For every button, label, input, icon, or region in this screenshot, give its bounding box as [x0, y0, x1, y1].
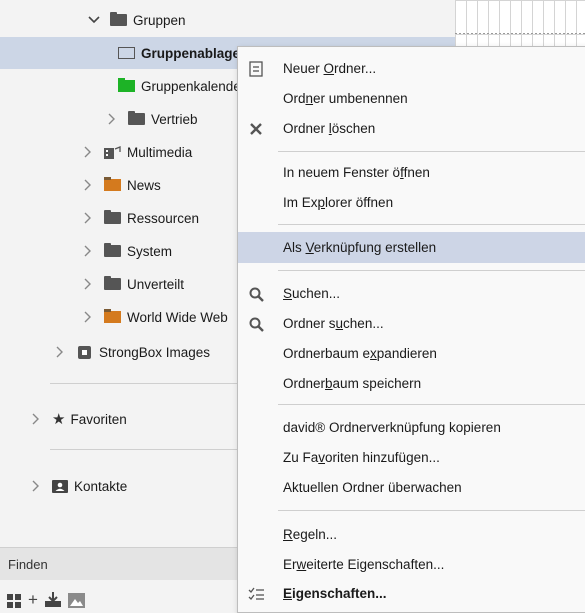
grid-icon[interactable] [6, 592, 22, 608]
menu-separator [278, 151, 585, 152]
tree-item-label: World Wide Web [127, 309, 228, 325]
menu-item-label: Im Explorer öffnen [283, 195, 394, 210]
menu-item-label: Erweiterte Eigenschaften... [283, 557, 445, 572]
menu-item-erweiterte-eigenschaften[interactable]: Erweiterte Eigenschaften... [238, 550, 585, 579]
tree-item-gruppen[interactable]: Gruppen [0, 4, 455, 36]
new-folder-icon [246, 59, 266, 79]
menu-item-ordner-loeschen[interactable]: Ordner löschen [238, 114, 585, 143]
menu-item-label: Ordner umbenennen [283, 91, 408, 106]
image-icon[interactable] [67, 592, 85, 608]
delete-x-icon [246, 119, 266, 139]
tree-item-label: Kontakte [74, 478, 128, 494]
menu-item-label: Ordnerbaum expandieren [283, 346, 437, 361]
menu-separator [278, 510, 585, 511]
menu-item-label: Ordner suchen... [283, 316, 384, 331]
menu-item-ordnerbaum-expandieren[interactable]: Ordnerbaum expandieren [238, 339, 585, 368]
tree-item-label: Ressourcen [127, 210, 200, 226]
tree-item-label: Gruppenablage [141, 45, 241, 61]
menu-item-eigenschaften[interactable]: Eigenschaften... [238, 579, 585, 608]
menu-separator [278, 224, 585, 225]
chevron-right-icon[interactable] [28, 480, 44, 492]
checklist-icon [246, 584, 266, 604]
web-folder-icon [104, 309, 121, 323]
menu-item-verknuepfung-kopieren[interactable]: david® Ordnerverknüpfung kopieren [238, 413, 585, 442]
search-icon [246, 314, 266, 334]
menu-item-neuer-ordner[interactable]: Neuer Ordner... [238, 54, 585, 83]
menu-item-label: david® Ordnerverknüpfung kopieren [283, 420, 501, 435]
menu-item-verknuepfung[interactable]: Als Verknüpfung erstellen [238, 232, 585, 263]
context-menu: Neuer Ordner... Ordner umbenennen Ordner… [237, 46, 585, 613]
menu-item-label: Als Verknüpfung erstellen [283, 240, 437, 255]
menu-item-label: Eigenschaften... [283, 586, 387, 601]
chevron-right-icon[interactable] [80, 179, 96, 191]
tree-item-label: News [127, 177, 161, 193]
menu-item-ordner-umbenennen[interactable]: Ordner umbenennen [238, 84, 585, 113]
menu-item-neues-fenster[interactable]: In neuem Fenster öffnen [238, 158, 585, 187]
folder-icon [104, 210, 121, 224]
download-icon[interactable] [44, 591, 62, 608]
menu-item-suchen[interactable]: Suchen... [238, 279, 585, 308]
menu-separator [278, 270, 585, 271]
search-icon [246, 284, 266, 304]
chevron-right-icon[interactable] [80, 146, 96, 158]
strongbox-icon [78, 345, 91, 359]
folder-icon [104, 243, 121, 257]
menu-item-ordnerbaum-speichern[interactable]: Ordnerbaum speichern [238, 369, 585, 398]
tree-item-label: StrongBox Images [99, 344, 211, 360]
folder-icon [128, 111, 145, 125]
menu-item-label: Ordnerbaum speichern [283, 376, 422, 391]
menu-item-ordner-suchen[interactable]: Ordner suchen... [238, 309, 585, 338]
chevron-right-icon[interactable] [80, 212, 96, 224]
menu-item-label: Ordner löschen [283, 121, 376, 136]
menu-item-ordner-ueberwachen[interactable]: Aktuellen Ordner überwachen [238, 473, 585, 502]
menu-separator [278, 404, 585, 405]
contact-card-icon [52, 479, 68, 493]
menu-item-regeln[interactable]: Regeln... [238, 520, 585, 549]
tree-item-label: Unverteilt [127, 276, 185, 292]
chevron-right-icon[interactable] [104, 113, 120, 125]
chevron-right-icon[interactable] [80, 245, 96, 257]
tree-item-label: Gruppenkalender [141, 78, 246, 94]
folder-icon [110, 12, 127, 26]
chevron-right-icon[interactable] [80, 311, 96, 323]
chevron-down-icon[interactable] [86, 15, 102, 25]
open-folder-icon [118, 47, 135, 59]
menu-item-label: Suchen... [283, 286, 341, 301]
menu-item-label: Regeln... [283, 527, 338, 542]
tree-item-label: System [127, 243, 173, 259]
chevron-right-icon[interactable] [80, 278, 96, 290]
menu-item-label: Aktuellen Ordner überwachen [283, 480, 462, 495]
menu-item-explorer[interactable]: Im Explorer öffnen [238, 188, 585, 217]
news-folder-icon [104, 177, 121, 191]
chevron-right-icon[interactable] [28, 413, 44, 425]
tree-item-label: Multimedia [127, 144, 193, 160]
bottom-toolbar: + [0, 586, 85, 613]
finden-label: Finden [8, 556, 48, 572]
menu-item-favoriten-hinzufuegen[interactable]: Zu Favoriten hinzufügen... [238, 443, 585, 472]
multimedia-folder-icon [104, 146, 121, 159]
calendar-folder-icon [118, 78, 135, 92]
menu-item-label: In neuem Fenster öffnen [283, 165, 430, 180]
star-icon: ★ [52, 411, 66, 428]
chevron-right-icon[interactable] [52, 346, 68, 358]
tree-item-label: Gruppen [133, 12, 186, 28]
plus-icon[interactable]: + [28, 591, 38, 608]
folder-icon [104, 276, 121, 290]
calendar-grid-area [455, 0, 585, 48]
tree-item-label: Vertrieb [151, 111, 198, 127]
tree-item-label: Favoriten [70, 411, 127, 427]
menu-item-label: Zu Favoriten hinzufügen... [283, 450, 440, 465]
menu-item-label: Neuer Ordner... [283, 61, 377, 76]
